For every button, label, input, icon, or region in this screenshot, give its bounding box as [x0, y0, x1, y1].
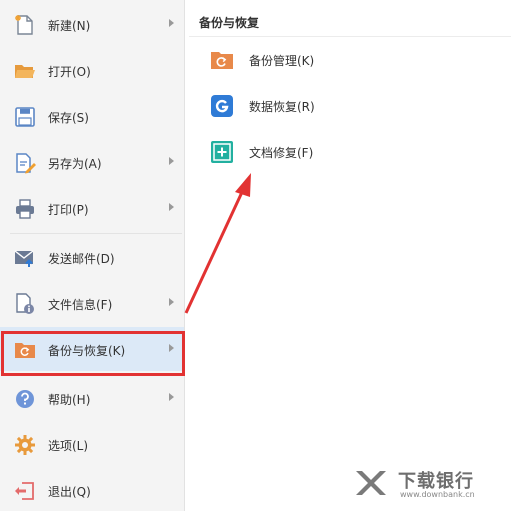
annotation-arrow [184, 173, 251, 314]
watermark-url: www.downbank.cn [400, 490, 475, 499]
watermark-logo-icon [354, 465, 390, 501]
watermark: 下载银行 www.downbank.cn [354, 465, 504, 505]
